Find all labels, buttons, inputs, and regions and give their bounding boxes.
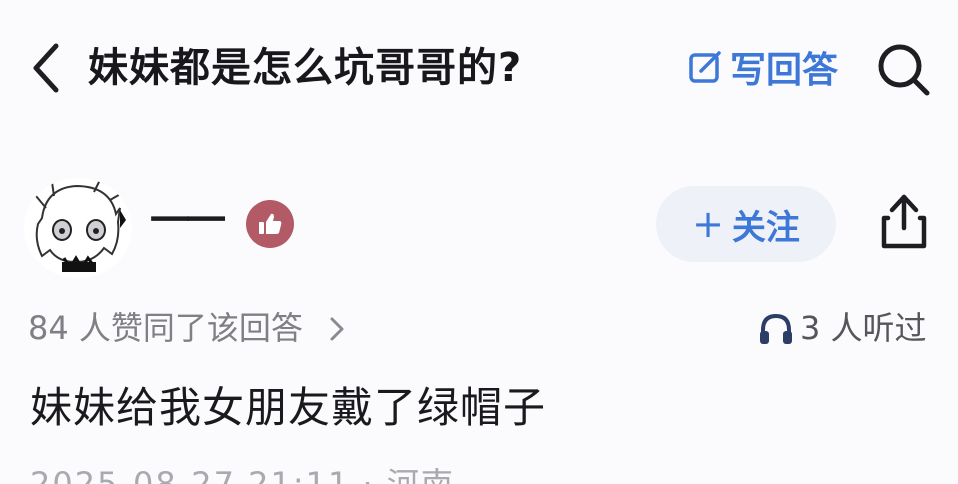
write-answer-label: 写回答 (730, 50, 839, 91)
likes-count-text[interactable]: 84 人赞同了该回答 (28, 306, 303, 350)
page-title: 妹妹都是怎么坑哥哥的? (88, 45, 523, 91)
thumbs-up-icon (259, 213, 282, 234)
meta-row: 84 人赞同了该回答 3 人听过 (0, 300, 958, 356)
follow-button[interactable]: + 关注 (656, 186, 836, 262)
edit-icon (689, 51, 721, 83)
headphone-icon[interactable] (758, 312, 794, 346)
chevron-right-icon[interactable] (328, 314, 346, 344)
post-timestamp: 2025-08-27 21:11 · 河南 (30, 465, 455, 484)
follow-label: 关注 (731, 207, 800, 248)
author-row: 一一 + 关注 (0, 170, 958, 280)
share-icon[interactable] (876, 192, 932, 252)
avatar[interactable] (24, 178, 132, 278)
chevron-left-icon[interactable] (28, 40, 64, 96)
plus-icon: + (692, 202, 724, 246)
listen-count-text: 3 人听过 (800, 309, 927, 347)
search-icon[interactable] (874, 40, 932, 98)
write-answer-button[interactable]: 写回答 (686, 42, 838, 92)
author-name[interactable]: 一一 (150, 196, 226, 246)
top-bar: 妹妹都是怎么坑哥哥的? 写回答 (0, 0, 958, 140)
answer-content: 妹妹给我女朋友戴了绿帽子 (30, 383, 547, 432)
thumbs-up-badge (246, 200, 294, 248)
